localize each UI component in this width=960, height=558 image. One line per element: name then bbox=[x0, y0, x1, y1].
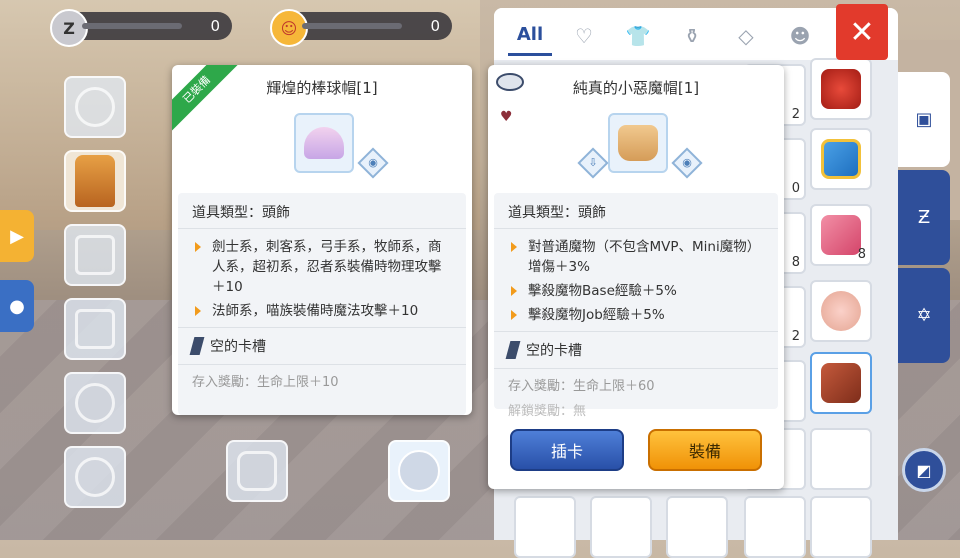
effect-list: 對普通魔物（不包含MVP、Mini魔物）增傷＋3% 擊殺魔物Base經驗＋5% … bbox=[494, 229, 778, 331]
baseball-cap-icon bbox=[304, 127, 344, 159]
inventory-slot-pudding[interactable] bbox=[810, 280, 872, 342]
inspected-item-icon-box bbox=[608, 113, 668, 173]
effect-line: 擊殺魔物Base經驗＋5% bbox=[508, 281, 764, 301]
angel-mount-icon bbox=[398, 450, 440, 492]
equipped-item-card: 已裝備 輝煌的棒球帽[1] ◉ 道具類型：頭飾 劍士系，刺客系，弓手系，牧師系，… bbox=[172, 65, 472, 415]
deposit-reward: 存入獎勵：生命上限＋10 bbox=[178, 364, 466, 396]
tab-all[interactable]: All bbox=[508, 16, 552, 56]
garment-slot-icon bbox=[75, 235, 115, 275]
money-bag-icon: Ƶ bbox=[917, 207, 931, 228]
inventory-slot-gift-box[interactable] bbox=[810, 128, 872, 190]
inventory-slot-empty[interactable] bbox=[514, 496, 576, 558]
equip-slot-armor[interactable] bbox=[64, 150, 126, 212]
bullet-arrow-icon bbox=[195, 306, 201, 316]
effect-line: 劍士系，刺客系，弓手系，牧師系，商人系，超初系，忍者系裝備時物理攻擊＋10 bbox=[192, 237, 452, 297]
unlock-reward: 解鎖獎勵：無 bbox=[508, 404, 587, 419]
card-slot-row: 空的卡槽 bbox=[178, 327, 466, 364]
equip-slot-head[interactable] bbox=[64, 76, 126, 138]
red-dragon-hat-icon bbox=[821, 69, 861, 109]
zeny-bar-track bbox=[82, 23, 182, 29]
poring-bar-track bbox=[302, 23, 402, 29]
food-icon bbox=[821, 291, 861, 331]
magic-circle-side-tab[interactable]: ✡ bbox=[898, 268, 950, 363]
inventory-slot-empty[interactable] bbox=[810, 496, 872, 558]
resize-icon: ◩ bbox=[916, 460, 932, 480]
person-icon: ● bbox=[9, 295, 25, 317]
equip-slot-shoes[interactable] bbox=[64, 298, 126, 360]
character-side-tab[interactable]: ● bbox=[0, 280, 34, 332]
poring-value: 0 bbox=[430, 17, 440, 35]
equipped-item-description: 道具類型：頭飾 劍士系，刺客系，弓手系，牧師系，商人系，超初系，忍者系裝備時物理… bbox=[178, 193, 466, 415]
armor-item-icon bbox=[75, 155, 115, 207]
bullet-arrow-icon bbox=[511, 286, 517, 296]
inventory-slot-empty[interactable] bbox=[590, 496, 652, 558]
mount-slot[interactable] bbox=[388, 440, 450, 502]
accessory-slot-icon bbox=[75, 457, 115, 497]
resize-button[interactable]: ◩ bbox=[902, 448, 946, 492]
item-type: 道具類型：頭飾 bbox=[178, 193, 466, 229]
backpack-icon: ▣ bbox=[915, 109, 933, 130]
bullet-arrow-icon bbox=[511, 310, 517, 320]
equip-button[interactable]: 裝備 bbox=[648, 429, 762, 471]
equipped-item-icon-box bbox=[294, 113, 354, 173]
effect-line: 對普通魔物（不包含MVP、Mini魔物）增傷＋3% bbox=[508, 237, 764, 277]
diamond-icon[interactable]: ◇ bbox=[724, 16, 768, 56]
zeny-value: 0 bbox=[210, 17, 220, 35]
bullet-arrow-icon bbox=[511, 242, 517, 252]
potion-icon[interactable]: ⚱ bbox=[670, 16, 714, 56]
item-type: 道具類型：頭飾 bbox=[494, 193, 778, 229]
inspected-item-description: 道具類型：頭飾 對普通魔物（不包含MVP、Mini魔物）增傷＋3% 擊殺魔物Ba… bbox=[494, 193, 778, 419]
inspected-item-card: ♥ 純真的小惡魔帽[1] ⇩ ◉ 道具類型：頭飾 對普通魔物（不包含MVP、Mi… bbox=[488, 65, 784, 489]
card-icon[interactable]: ☻ bbox=[778, 16, 822, 56]
equip-slot-garment[interactable] bbox=[64, 224, 126, 286]
pet-silhouette-icon bbox=[237, 451, 277, 491]
little-devil-hat-icon bbox=[618, 125, 658, 161]
equip-slot-accessory-1[interactable] bbox=[64, 372, 126, 434]
card-slot-row: 空的卡槽 bbox=[494, 331, 778, 368]
insert-card-button[interactable]: 插卡 bbox=[510, 429, 624, 471]
download-icon[interactable]: ⇩ bbox=[577, 147, 609, 179]
hexagram-icon: ✡ bbox=[916, 305, 932, 326]
equip-slot-accessory-2[interactable] bbox=[64, 446, 126, 508]
horned-helmet-icon bbox=[496, 73, 524, 91]
zeny-bag-side-tab[interactable]: Ƶ bbox=[898, 170, 950, 265]
equipment-side-tab[interactable]: ▶ bbox=[0, 210, 34, 262]
pet-slot[interactable] bbox=[226, 440, 288, 502]
close-button[interactable]: ✕ bbox=[836, 4, 888, 60]
effect-list: 劍士系，刺客系，弓手系，牧師系，商人系，超初系，忍者系裝備時物理攻擊＋10 法師… bbox=[178, 229, 466, 327]
ticket-icon bbox=[821, 215, 861, 255]
poring-currency-bar: ☺ 0 bbox=[270, 9, 452, 47]
shirt-icon: ▶ bbox=[10, 225, 24, 247]
close-icon: ✕ bbox=[849, 14, 875, 50]
view-eye-icon[interactable]: ◉ bbox=[671, 147, 703, 179]
gift-box-icon bbox=[821, 139, 861, 179]
heart-icon[interactable]: ♡ bbox=[562, 16, 606, 56]
inventory-slot-ticket[interactable]: 8 bbox=[810, 204, 872, 266]
effect-line: 擊殺魔物Job經驗＋5% bbox=[508, 305, 764, 325]
shirt-icon[interactable]: 👕 bbox=[616, 16, 660, 56]
effect-line: 法師系，喵族裝備時魔法攻擊＋10 bbox=[192, 301, 452, 321]
zeny-currency-bar: Z 0 bbox=[50, 9, 232, 47]
book-icon bbox=[821, 363, 861, 403]
bag-side-tab[interactable]: ▣ bbox=[898, 72, 950, 167]
bullet-arrow-icon bbox=[195, 242, 201, 252]
favorite-heart-icon[interactable]: ♥ bbox=[500, 109, 513, 125]
view-eye-icon[interactable]: ◉ bbox=[357, 147, 389, 179]
card-slot-icon bbox=[189, 337, 205, 355]
inventory-slot-empty[interactable] bbox=[666, 496, 728, 558]
accessory-slot-icon bbox=[75, 383, 115, 423]
shoes-slot-icon bbox=[75, 309, 115, 349]
inventory-slot-empty[interactable] bbox=[744, 496, 806, 558]
inventory-slot-book[interactable] bbox=[810, 352, 872, 414]
inventory-slot-red-dragon[interactable] bbox=[810, 58, 872, 120]
deposit-reward: 存入獎勵：生命上限＋60 bbox=[494, 368, 778, 400]
card-slot-icon bbox=[505, 341, 521, 359]
inventory-slot-empty[interactable] bbox=[810, 428, 872, 490]
inspected-item-title: 純真的小惡魔帽[1] bbox=[572, 79, 700, 97]
head-slot-icon bbox=[75, 87, 115, 127]
